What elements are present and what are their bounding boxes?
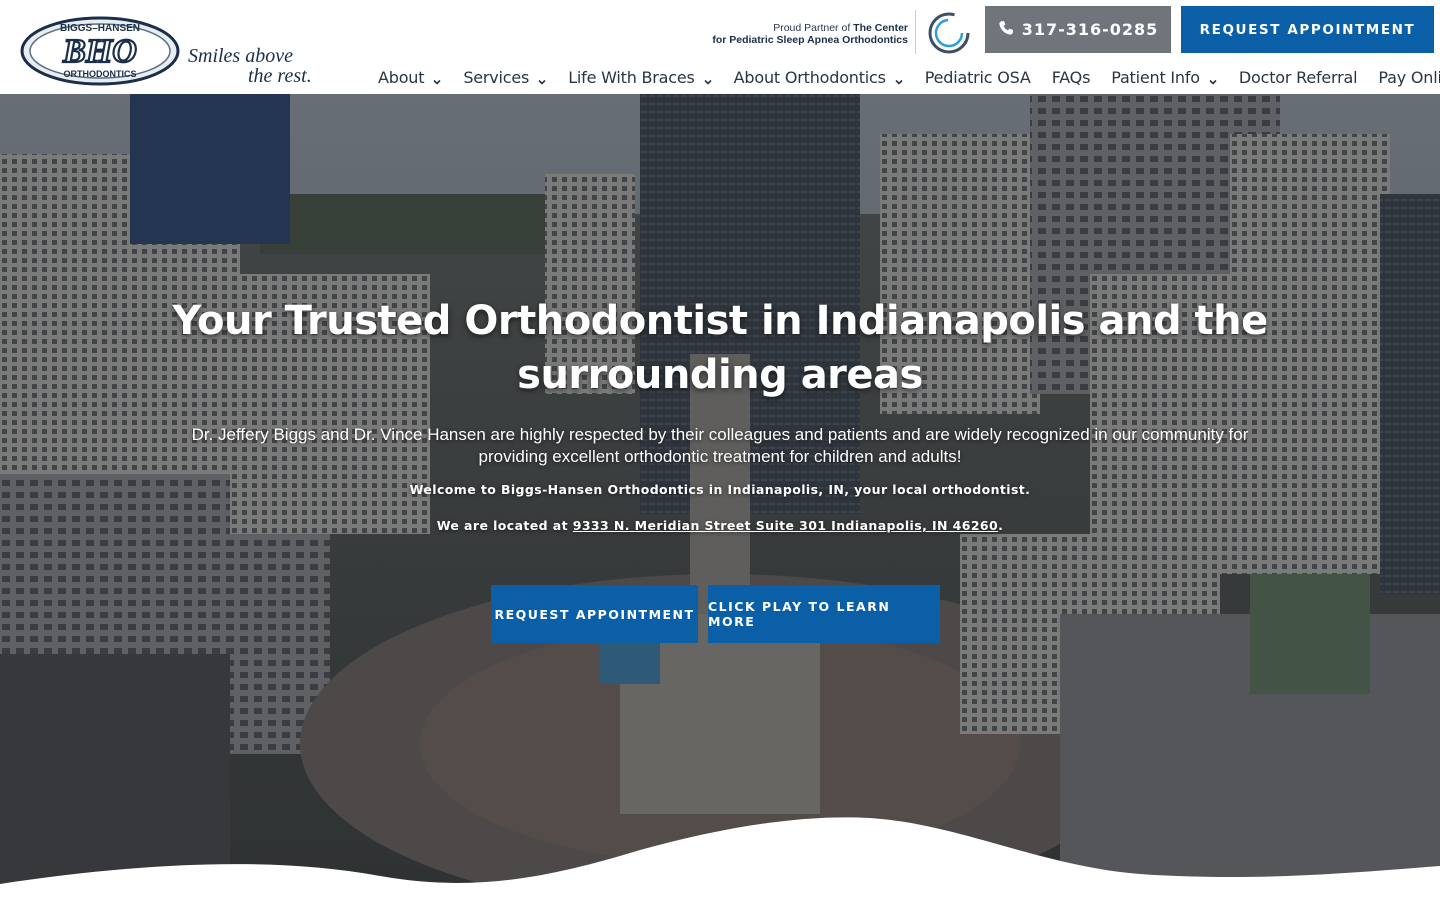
chevron-down-icon [703,72,713,85]
partner-text[interactable]: Proud Partner of The Center for Pediatri… [690,22,908,46]
address-link[interactable]: 9333 N. Meridian Street Suite 301 Indian… [573,518,998,533]
hero-bottom-wave [0,817,1440,900]
nav-item-label: About [378,67,425,87]
logo-tagline-2: the rest. [248,65,312,87]
nav-item-label: Life With Braces [568,67,695,87]
hero-overlay [0,94,1440,900]
phone-number: 317-316-0285 [1021,20,1159,39]
hero-location-text: We are located at 9333 N. Meridian Stree… [220,518,1220,533]
header-request-appointment-button[interactable]: REQUEST APPOINTMENT [1181,6,1434,53]
chevron-down-icon [1208,72,1218,85]
partner-logo-icon[interactable] [926,10,972,56]
nav-item-pay-online[interactable]: Pay Online [1378,68,1440,87]
main-nav: About Services Life With Braces About Or… [368,64,1440,90]
partner-name-line1: The Center [853,22,908,34]
nav-item-label: FAQs [1051,67,1091,87]
nav-item-label: Pay Online [1378,67,1440,87]
nav-item-patient-info[interactable]: Patient Info [1111,68,1218,87]
hero-play-video-button[interactable]: CLICK PLAY TO LEARN MORE [708,585,940,643]
partner-divider [915,10,916,54]
logo-bottom-text: ORTHODONTICS [64,69,137,79]
site-header: BIGGS–HANSEN BHO ORTHODONTICS Smiles abo… [0,0,1440,94]
nav-item-services[interactable]: Services [463,68,547,87]
logo-tagline-1: Smiles above [188,45,293,67]
hero-section: Your Trusted Orthodontist in Indianapoli… [0,94,1440,900]
hero-request-appointment-button[interactable]: REQUEST APPOINTMENT [491,585,698,643]
nav-item-label: Services [463,67,530,87]
nav-item-label: Patient Info [1111,67,1200,87]
location-suffix: . [998,518,1004,533]
phone-button[interactable]: 317-316-0285 [985,6,1171,53]
nav-item-label: Doctor Referral [1238,67,1358,87]
nav-item-about[interactable]: About [378,68,442,87]
partner-name-line2: for Pediatric Sleep Apnea Orthodontics [712,34,908,46]
nav-item-faqs[interactable]: FAQs [1052,68,1091,87]
chevron-down-icon [894,72,904,85]
chevron-down-icon [432,72,442,85]
hero-subtitle: Dr. Jeffery Biggs and Dr. Vince Hansen a… [191,425,1249,466]
chevron-down-icon [537,72,547,85]
hero-welcome-text: Welcome to Biggs-Hansen Orthodontics in … [409,482,1031,497]
nav-item-doctor-referral[interactable]: Doctor Referral [1238,67,1358,87]
hero-title: Your Trusted Orthodontist in Indianapoli… [172,298,1268,398]
nav-item-label: About Orthodontics [733,67,886,87]
nav-item-about-orthodontics[interactable]: About Orthodontics [734,68,904,87]
nav-item-life-with-braces[interactable]: Life With Braces [568,68,712,87]
nav-item-label: Pediatric OSA [924,67,1031,87]
location-prefix: We are located at [436,518,573,533]
logo-mark: BHO [62,33,137,70]
phone-icon [998,20,1014,40]
nav-item-pediatric-osa[interactable]: Pediatric OSA [925,68,1031,87]
site-logo[interactable]: BIGGS–HANSEN BHO ORTHODONTICS Smiles abo… [20,14,320,88]
partner-prefix: Proud Partner of [773,22,854,34]
